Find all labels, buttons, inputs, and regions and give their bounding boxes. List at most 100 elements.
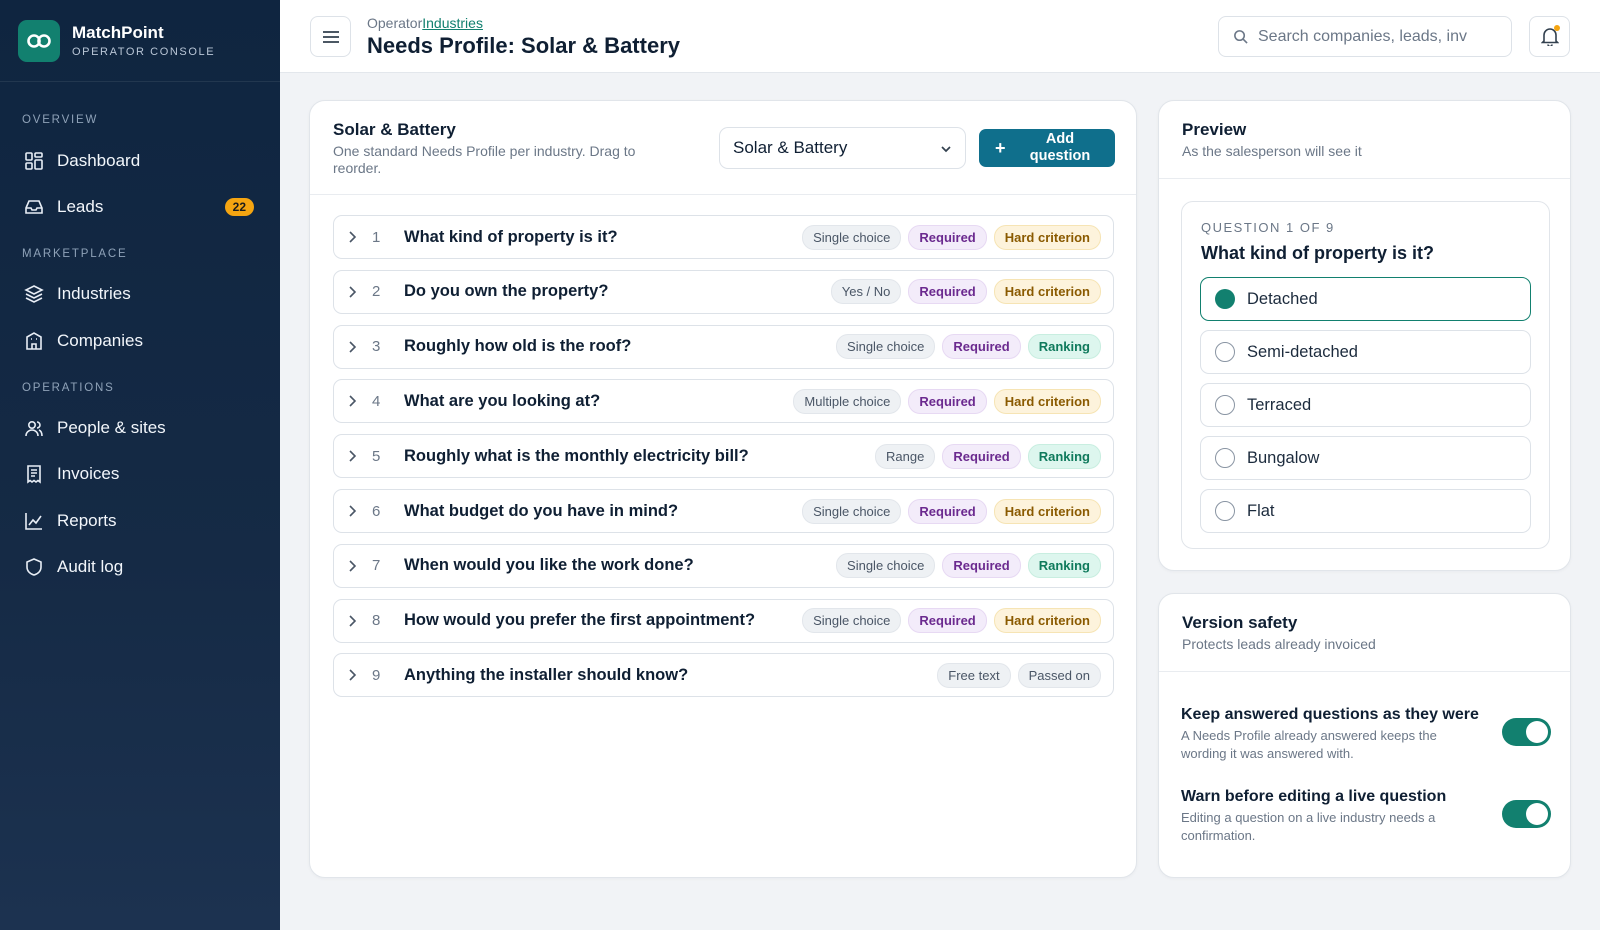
criterion-tag: Hard criterion: [993, 224, 1101, 250]
radio-icon: [1215, 342, 1235, 362]
question-text: Roughly what is the monthly electricity …: [404, 446, 749, 465]
setting-description: Editing a question on a live industry ne…: [1181, 810, 1436, 843]
chevron-right-icon[interactable]: [348, 395, 362, 407]
sidebar-item-invoices[interactable]: Invoices: [14, 454, 266, 494]
question-row[interactable]: 9 Anything the installer should know? Free…: [333, 653, 1114, 698]
question-number: 1: [372, 228, 381, 246]
question-type-tag: Multiple choice: [793, 388, 902, 414]
notifications-button[interactable]: [1529, 16, 1570, 57]
breadcrumb-root: Operator: [367, 15, 423, 31]
option-detached[interactable]: Detached: [1200, 277, 1531, 321]
chevron-right-icon[interactable]: [348, 286, 362, 298]
question-type-tag: Yes / No: [830, 279, 902, 305]
chevron-right-icon[interactable]: [348, 505, 362, 517]
question-tags: Free text Passed on: [937, 662, 1101, 688]
sidebar-item-audit-log[interactable]: Audit log: [14, 547, 266, 587]
breadcrumb-industries-link[interactable]: Industries: [422, 15, 483, 31]
setting-title: Keep answered questions as they were: [1181, 706, 1479, 723]
option-label: Bungalow: [1247, 448, 1320, 467]
question-number: 9: [372, 666, 381, 684]
question-type-tag: Single choice: [802, 224, 902, 250]
criterion-tag: Hard criterion: [993, 279, 1101, 305]
question-row[interactable]: 2 Do you own the property? Yes / No Require…: [333, 269, 1114, 314]
plus-icon: +: [995, 137, 1006, 158]
nav-section-marketplace: MARKETPLACE: [22, 248, 128, 260]
invoice-icon: [27, 465, 41, 484]
add-question-label: Add question: [1029, 131, 1091, 164]
brand[interactable]: MatchPoint OPERATOR CONSOLE: [0, 0, 280, 82]
chevron-right-icon[interactable]: [348, 341, 362, 353]
option-semi-detached[interactable]: Semi-detached: [1200, 330, 1531, 374]
sidebar-item-industries[interactable]: Industries: [14, 274, 266, 314]
profile-subtitle: One standard Needs Profile per industry.…: [333, 143, 636, 176]
question-type-tag: Single choice: [836, 553, 936, 579]
sidebar: MatchPoint OPERATOR CONSOLE OVERVIEW Das…: [0, 0, 280, 930]
question-tags: Multiple choice Required Hard criterion: [793, 388, 1101, 414]
option-terraced[interactable]: Terraced: [1200, 383, 1531, 427]
sidebar-item-reports[interactable]: Reports: [14, 501, 266, 541]
question-text: Do you own the property?: [404, 282, 609, 301]
version-title: Version safety: [1182, 613, 1298, 632]
question-counter: QUESTION 1 OF 9: [1201, 220, 1335, 235]
preview-question-panel: QUESTION 1 OF 9 What kind of property is…: [1181, 201, 1550, 549]
required-tag: Required: [908, 498, 987, 524]
question-tags: Range Required Ranking: [875, 443, 1101, 469]
chevron-right-icon[interactable]: [348, 560, 362, 572]
chevron-right-icon[interactable]: [348, 615, 362, 627]
sidebar-item-label: Invoices: [57, 464, 120, 483]
criterion-tag: Ranking: [1027, 553, 1101, 579]
sidebar-item-companies[interactable]: Companies: [14, 321, 266, 361]
question-row[interactable]: 5 Roughly what is the monthly electricity…: [333, 434, 1114, 479]
brand-subtitle: OPERATOR CONSOLE: [72, 46, 216, 58]
criterion-tag: Hard criterion: [993, 608, 1101, 634]
option-bungalow[interactable]: Bungalow: [1200, 436, 1531, 480]
question-type-tag: Single choice: [802, 608, 902, 634]
question-text: What kind of property is it?: [404, 227, 618, 246]
sidebar-item-label: Reports: [57, 511, 117, 530]
sidebar-item-people-sites[interactable]: People & sites: [14, 408, 266, 448]
chevron-right-icon[interactable]: [348, 231, 362, 243]
option-flat[interactable]: Flat: [1200, 489, 1531, 533]
question-row[interactable]: 1 What kind of property is it? Single choi…: [333, 215, 1114, 259]
people-icon: [25, 420, 43, 437]
layers-icon: [24, 285, 44, 303]
chevron-right-icon[interactable]: [348, 669, 362, 681]
question-number: 4: [372, 392, 381, 410]
question-type-tag: Free text: [937, 662, 1011, 688]
question-row[interactable]: 3 Roughly how old is the roof? Single choi…: [333, 324, 1114, 369]
keep-answered-toggle[interactable]: [1502, 718, 1551, 746]
sidebar-item-label: Audit log: [57, 557, 124, 576]
add-question-button[interactable]: + Add question: [979, 129, 1115, 167]
hamburger-icon: [322, 30, 339, 43]
search-input[interactable]: [1258, 27, 1488, 46]
industry-select[interactable]: Solar & Battery: [719, 127, 966, 169]
question-row[interactable]: 6 What budget do you have in mind? Single …: [333, 489, 1114, 533]
menu-toggle-button[interactable]: [310, 16, 351, 57]
sidebar-item-leads[interactable]: Leads 22: [14, 187, 266, 227]
question-text: How would you prefer the first appointme…: [404, 611, 756, 630]
question-tags: Yes / No Required Hard criterion: [830, 279, 1101, 305]
preview-card: Preview As the salesperson will see it Q…: [1158, 100, 1571, 571]
sidebar-item-label: Industries: [57, 284, 131, 303]
search-icon: [1234, 30, 1248, 44]
question-tags: Single choice Required Hard criterion: [802, 498, 1101, 524]
option-label: Detached: [1247, 289, 1318, 308]
question-row[interactable]: 8 How would you prefer the first appointm…: [333, 598, 1114, 643]
warn-before-edit-toggle[interactable]: [1502, 800, 1551, 828]
required-tag: Required: [942, 553, 1021, 579]
question-number: 5: [372, 447, 381, 465]
profile-title: Solar & Battery: [333, 120, 456, 139]
chevron-right-icon[interactable]: [348, 450, 362, 462]
question-row[interactable]: 4 What are you looking at? Multiple choice…: [333, 379, 1114, 424]
sidebar-item-dashboard[interactable]: Dashboard: [14, 141, 266, 181]
question-tags: Single choice Required Ranking: [836, 553, 1101, 579]
option-label: Semi-detached: [1247, 342, 1358, 361]
option-label: Flat: [1247, 501, 1275, 520]
sidebar-item-label: Leads: [57, 197, 104, 216]
question-number: 7: [372, 557, 381, 575]
criterion-tag: Ranking: [1027, 334, 1101, 360]
question-row[interactable]: 7 When would you like the work done? Singl…: [333, 543, 1114, 588]
required-tag: Required: [942, 334, 1021, 360]
search-box[interactable]: [1218, 16, 1512, 57]
preview-question-text: What kind of property is it?: [1201, 243, 1434, 263]
